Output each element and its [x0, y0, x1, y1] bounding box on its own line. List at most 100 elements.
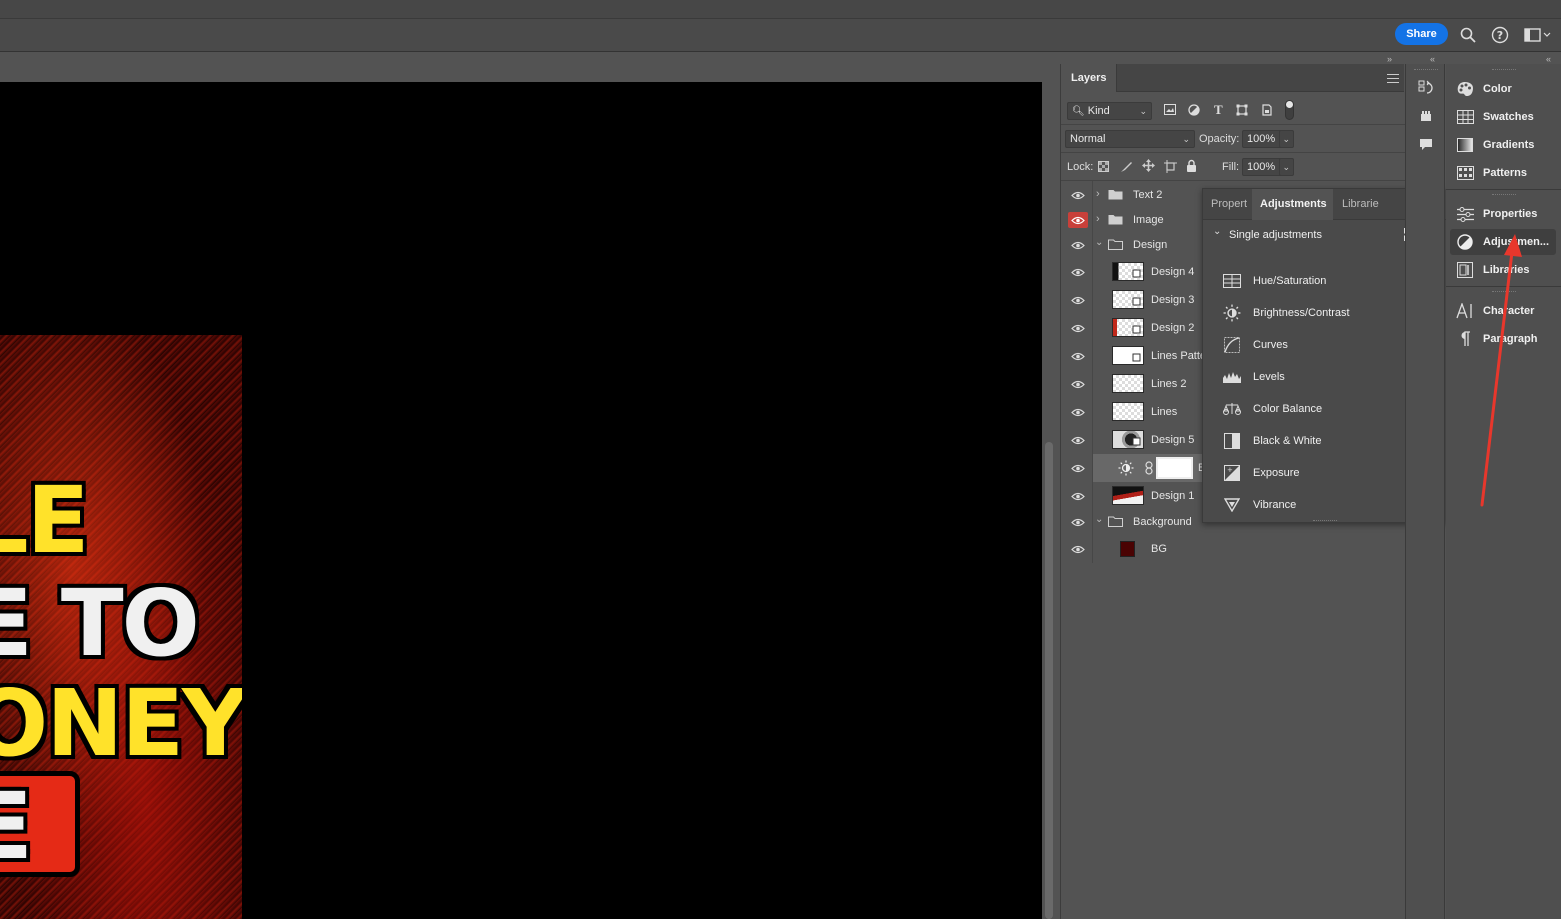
dock-grip[interactable]	[1492, 194, 1516, 197]
thumbnail-artwork: LE E TO ONEY E	[0, 335, 242, 919]
visibility-eye-icon[interactable]	[1068, 514, 1088, 530]
help-icon[interactable]: ?	[1489, 24, 1511, 46]
blend-mode-select[interactable]: Normal ⌄	[1065, 130, 1195, 148]
dock-item-paragraph[interactable]: Paragraph	[1450, 326, 1556, 352]
dock-item-patterns[interactable]: Patterns	[1450, 160, 1556, 186]
dock-item-color[interactable]: Color	[1450, 76, 1556, 102]
share-button[interactable]: Share	[1395, 23, 1448, 45]
link-chain-icon[interactable]	[1145, 461, 1153, 478]
chevron-down-icon[interactable]: ⌄	[1095, 514, 1103, 525]
actions-icon[interactable]	[1416, 106, 1436, 126]
document-canvas[interactable]: LE E TO ONEY E	[0, 82, 1042, 919]
comments-icon[interactable]	[1416, 134, 1436, 154]
opacity-slider-toggle[interactable]: ⌄	[1279, 130, 1294, 148]
filter-kind-select[interactable]: 🔍︎ Kind ⌄	[1067, 102, 1152, 120]
layer-mask-thumbnail[interactable]	[1156, 457, 1193, 479]
dock-item-character[interactable]: Character	[1450, 298, 1556, 324]
fill-input[interactable]: 100%	[1242, 158, 1282, 176]
opacity-label: Opacity:	[1199, 133, 1240, 145]
visibility-eye-icon[interactable]	[1068, 237, 1088, 253]
chevron-down-icon: ⌄	[1139, 106, 1147, 116]
tab-properties[interactable]: Propert	[1203, 189, 1251, 220]
lock-all-icon[interactable]	[1186, 159, 1197, 175]
layer-name: Lines	[1151, 406, 1178, 418]
visibility-eye-icon[interactable]	[1068, 488, 1088, 504]
adjustment-curves[interactable]: Curves	[1221, 329, 1421, 361]
layers-menu-icon[interactable]	[1387, 74, 1399, 83]
dock-grip[interactable]	[1492, 69, 1516, 72]
smart-object-badge-icon	[1132, 297, 1141, 306]
dock-item-gradients[interactable]: Gradients	[1450, 132, 1556, 158]
collapse-strip-icon[interactable]: «	[1430, 54, 1435, 64]
paragraph-icon	[1456, 330, 1474, 348]
lock-transparent-icon[interactable]	[1098, 161, 1109, 175]
workspace-icon[interactable]	[1520, 24, 1556, 46]
black-white-icon	[1223, 433, 1241, 449]
smart-object-badge-icon	[1132, 269, 1141, 278]
chevron-down-icon[interactable]: ⌄	[1095, 237, 1103, 248]
adjustment-vibrance[interactable]: Vibrance	[1221, 489, 1421, 521]
menu-bar	[0, 0, 1561, 19]
visibility-eye-icon[interactable]	[1068, 264, 1088, 280]
dock-item-properties[interactable]: Properties	[1450, 201, 1556, 227]
adjustment-exposure[interactable]: + Exposure	[1221, 457, 1421, 489]
lock-position-icon[interactable]	[1142, 159, 1155, 175]
dock-label: Adjustmen...	[1483, 236, 1550, 248]
right-panel-dock: Color Swatches Gradients Patterns Proper…	[1446, 64, 1561, 919]
lock-pixels-icon[interactable]	[1120, 160, 1133, 176]
dock-grip[interactable]	[1492, 291, 1516, 294]
brightness-contrast-icon	[1223, 304, 1241, 322]
chevron-right-icon[interactable]: ›	[1096, 188, 1100, 200]
single-adjustments-header[interactable]: ⌄ Single adjustments	[1203, 220, 1433, 246]
chevron-right-icon[interactable]: ›	[1096, 213, 1100, 225]
type-filter-icon[interactable]: T	[1214, 103, 1223, 117]
smart-object-badge-icon	[1132, 437, 1141, 446]
layer-row-bg[interactable]: BG	[1061, 535, 1389, 563]
canvas-workspace[interactable]: LE E TO ONEY E	[0, 52, 1060, 919]
opacity-input[interactable]: 100%	[1242, 130, 1282, 148]
dock-label: Swatches	[1483, 111, 1534, 123]
folder-open-icon	[1108, 239, 1123, 253]
visibility-eye-icon[interactable]	[1068, 541, 1088, 557]
dock-item-libraries[interactable]: Libraries	[1450, 257, 1556, 283]
dock-item-swatches[interactable]: Swatches	[1450, 104, 1556, 130]
adjustment-color-balance[interactable]: Color Balance	[1221, 393, 1421, 425]
collapse-layers-icon[interactable]: »	[1387, 54, 1392, 64]
visibility-eye-icon[interactable]	[1068, 432, 1088, 448]
visibility-eye-icon[interactable]	[1068, 376, 1088, 392]
canvas-scrollbar[interactable]	[1045, 442, 1053, 919]
collapse-dock-icon[interactable]: «	[1546, 54, 1551, 64]
adjustment-black-white[interactable]: Black & White	[1221, 425, 1421, 457]
pixel-filter-icon[interactable]	[1164, 104, 1176, 118]
adjustment-hue-saturation[interactable]: Hue/Saturation	[1221, 265, 1421, 297]
dock-label: Color	[1483, 83, 1512, 95]
visibility-eye-icon[interactable]	[1068, 460, 1088, 476]
strip-grip[interactable]	[1414, 69, 1438, 72]
lock-artboard-icon[interactable]	[1164, 160, 1177, 176]
history-icon[interactable]	[1416, 78, 1436, 98]
resize-grip[interactable]	[1313, 520, 1337, 523]
fill-label: Fill:	[1222, 161, 1240, 173]
fill-slider-toggle[interactable]: ⌄	[1279, 158, 1294, 176]
dock-item-adjustments[interactable]: Adjustmen...	[1450, 229, 1556, 255]
visibility-eye-icon[interactable]	[1068, 320, 1088, 336]
filter-toggle[interactable]	[1285, 100, 1294, 120]
visibility-eye-icon[interactable]	[1068, 404, 1088, 420]
gradient-icon	[1456, 136, 1474, 154]
adjustment-brightness-contrast[interactable]: Brightness/Contrast	[1221, 297, 1421, 329]
visibility-eye-icon[interactable]	[1068, 292, 1088, 308]
adjustment-label: Curves	[1253, 339, 1288, 351]
lock-label: Lock:	[1067, 161, 1094, 173]
shape-filter-icon[interactable]	[1236, 104, 1248, 119]
tab-adjustments[interactable]: Adjustments	[1252, 189, 1333, 220]
adjustment-filter-icon[interactable]	[1188, 104, 1200, 119]
visibility-eye-icon[interactable]	[1068, 348, 1088, 364]
smart-object-filter-icon[interactable]	[1261, 104, 1273, 119]
tab-layers[interactable]: Layers	[1061, 64, 1118, 92]
search-icon[interactable]	[1457, 24, 1479, 46]
layer-thumbnail	[1112, 430, 1144, 449]
visibility-eye-icon[interactable]	[1068, 187, 1088, 203]
adjustment-levels[interactable]: Levels	[1221, 361, 1421, 393]
tab-libraries[interactable]: Librarie	[1334, 189, 1389, 220]
visibility-eye-icon[interactable]	[1068, 212, 1088, 228]
